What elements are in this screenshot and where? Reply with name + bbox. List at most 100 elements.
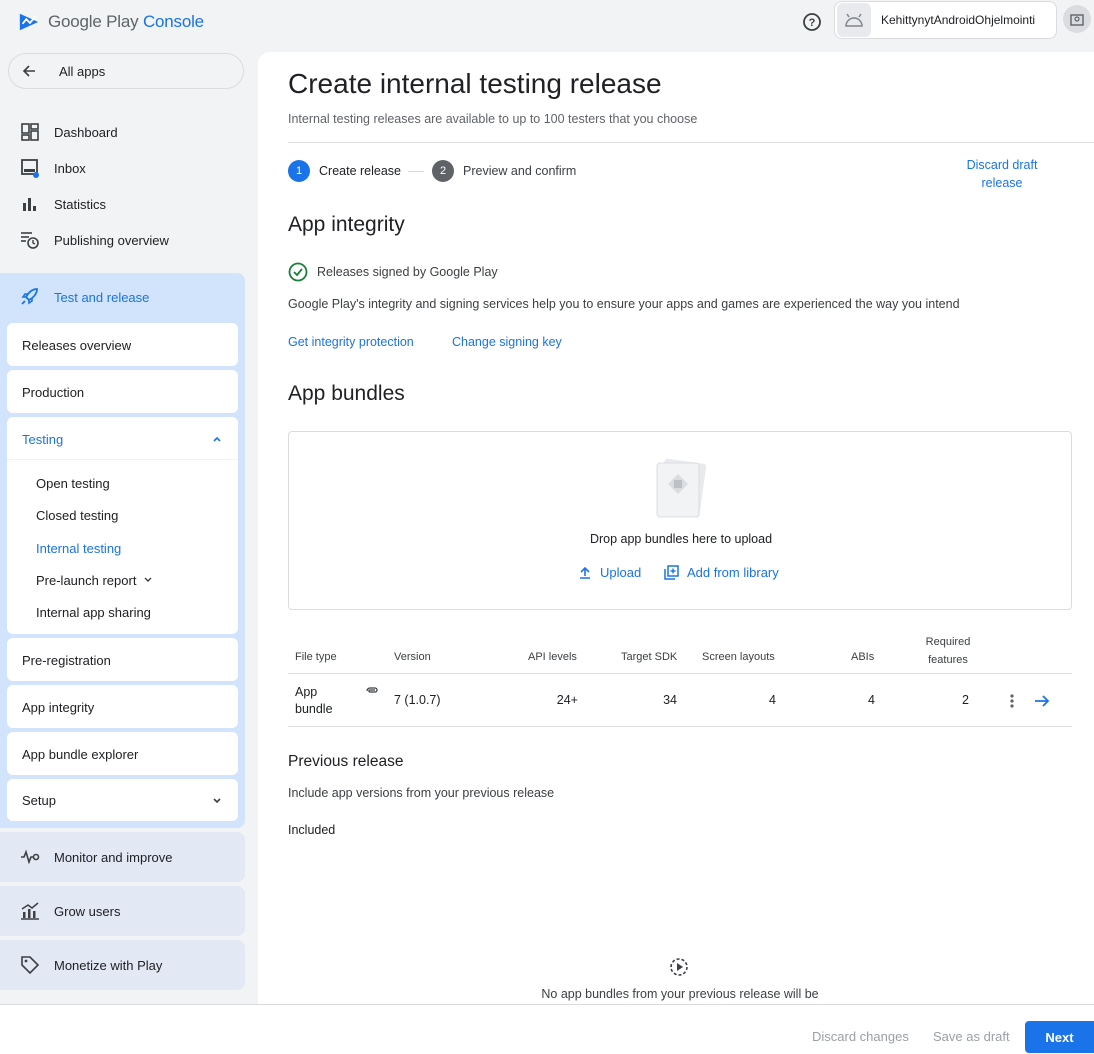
sidebar-item-closed-testing[interactable]: Closed testing <box>36 508 118 523</box>
sidebar-item-label: Testing <box>22 432 64 447</box>
all-apps-label: All apps <box>59 63 106 79</box>
sidebar-item-open-testing[interactable]: Open testing <box>36 476 110 491</box>
cell-required-features: 2 <box>962 693 969 707</box>
sidebar-testing-section: Testing Open testing Closed testing Inte… <box>7 417 238 634</box>
sidebar-item-label: App bundle explorer <box>22 747 139 762</box>
more-vert-icon[interactable] <box>1008 692 1016 713</box>
sidebar-item-testing[interactable]: Testing <box>7 417 238 460</box>
sidebar-item-statistics[interactable]: Statistics <box>0 186 245 222</box>
column-header-file-type: File type <box>295 651 337 663</box>
test-and-release-group: Test and release Releases overview Produ… <box>0 273 245 828</box>
bundle-upload-illustration <box>656 458 707 518</box>
sidebar-item-pre-launch-report[interactable]: Pre-launch report <box>36 573 153 588</box>
next-button[interactable]: Next <box>1025 1021 1094 1053</box>
column-header-target-sdk: Target SDK <box>621 651 678 663</box>
add-from-library-button[interactable]: Add from library <box>664 565 779 580</box>
step-number: 2 <box>432 160 454 182</box>
arrow-forward-icon[interactable] <box>1034 694 1050 711</box>
app-bundle-dropzone[interactable]: Drop app bundles here to upload Upload A… <box>288 431 1072 610</box>
sidebar-item-app-bundle-explorer[interactable]: App bundle explorer <box>7 732 238 775</box>
sidebar: All apps Dashboard Inbox Statistics Publ… <box>0 48 258 1008</box>
dashboard-icon <box>20 122 40 142</box>
sidebar-item-test-and-release[interactable]: Test and release <box>0 273 245 321</box>
all-apps-button[interactable]: All apps <box>8 53 244 89</box>
save-as-draft-button[interactable]: Save as draft <box>933 1029 1010 1044</box>
sidebar-item-releases-overview[interactable]: Releases overview <box>7 323 238 366</box>
included-label: Included <box>288 823 336 837</box>
get-integrity-protection-link[interactable]: Get integrity protection <box>288 335 414 349</box>
chevron-down-icon <box>212 794 222 809</box>
table-row-divider <box>288 726 1072 727</box>
help-icon[interactable]: ? <box>801 11 823 33</box>
app-integrity-heading: App integrity <box>288 213 405 236</box>
page-title: Create internal testing release <box>288 68 662 99</box>
discard-changes-button[interactable]: Discard changes <box>812 1029 909 1044</box>
upload-icon <box>580 566 590 579</box>
change-signing-key-link[interactable]: Change signing key <box>452 335 562 349</box>
google-play-console-logo[interactable]: Google Play Console <box>18 11 204 33</box>
sidebar-item-inbox[interactable]: Inbox <box>0 150 245 186</box>
sidebar-item-publishing-overview[interactable]: Publishing overview <box>0 222 245 258</box>
chevron-down-icon <box>144 577 152 582</box>
account-switcher[interactable]: KehittynytAndroidOhjelmointi <box>834 1 1057 39</box>
step-preview-and-confirm: 2 Preview and confirm <box>432 160 576 182</box>
cell-target-sdk: 34 <box>663 693 677 707</box>
app-bundles-heading: App bundles <box>288 382 405 405</box>
tag-icon <box>20 955 40 975</box>
sidebar-item-label: Grow users <box>54 903 121 919</box>
sidebar-item-app-integrity[interactable]: App integrity <box>7 685 238 728</box>
upload-label: Upload <box>600 565 642 580</box>
add-from-library-label: Add from library <box>687 565 779 580</box>
sidebar-item-setup[interactable]: Setup <box>7 779 238 821</box>
discard-draft-release-button[interactable]: Discard draft release <box>948 156 1056 192</box>
sidebar-item-internal-testing[interactable]: Internal testing <box>36 541 121 556</box>
page-subtitle: Internal testing releases are available … <box>288 112 698 126</box>
logo-console-text: Console <box>142 12 204 31</box>
integrity-description: Google Play's integrity and signing serv… <box>288 297 960 311</box>
step-number: 1 <box>288 160 310 182</box>
account-name: KehittynytAndroidOhjelmointi <box>881 13 1036 27</box>
cell-api-levels: 24+ <box>556 693 578 707</box>
previous-release-description: Include app versions from your previous … <box>288 786 555 800</box>
cell-abis: 4 <box>868 693 875 707</box>
sidebar-item-internal-app-sharing[interactable]: Internal app sharing <box>36 605 151 620</box>
sidebar-item-pre-registration[interactable]: Pre-registration <box>7 638 238 681</box>
sidebar-item-label: Production <box>22 385 85 400</box>
sidebar-item-label: Dashboard <box>54 124 118 140</box>
library-add-icon <box>664 565 679 580</box>
sidebar-item-dashboard[interactable]: Dashboard <box>0 114 245 150</box>
sidebar-item-monitor-and-improve[interactable]: Monitor and improve <box>0 832 245 882</box>
logo-google-play-text: Google Play <box>48 12 139 31</box>
cell-version: 7 (1.0.7) <box>394 693 441 707</box>
column-header-abis: ABIs <box>851 651 875 663</box>
android-icon <box>837 3 871 37</box>
arrow-back-icon <box>21 63 37 79</box>
play-logo-icon <box>19 13 39 31</box>
sidebar-item-monetize-with-play[interactable]: Monetize with Play <box>0 940 245 990</box>
check-circle-icon <box>288 262 308 282</box>
bar-chart-icon <box>20 194 40 214</box>
main-content: Create internal testing release Internal… <box>258 52 1094 1004</box>
profile-icon[interactable] <box>1063 5 1091 33</box>
sidebar-item-label: Pre-registration <box>22 653 111 668</box>
column-header-version: Version <box>394 651 431 663</box>
cell-screen-layouts: 4 <box>769 693 776 707</box>
inbox-icon <box>20 158 40 178</box>
sidebar-item-label: Publishing overview <box>54 232 169 248</box>
previous-release-heading: Previous release <box>288 753 404 770</box>
upload-button[interactable]: Upload <box>578 565 641 580</box>
play-circle-icon <box>669 957 689 980</box>
sidebar-item-grow-users[interactable]: Grow users <box>0 886 245 936</box>
svg-text:?: ? <box>809 17 816 29</box>
sidebar-item-label: Statistics <box>54 196 107 212</box>
signed-status-text: Releases signed by Google Play <box>317 265 498 279</box>
sidebar-item-label: Inbox <box>54 160 86 176</box>
sidebar-item-label: Setup <box>22 793 56 808</box>
sidebar-item-label: Pre-launch report <box>36 573 137 588</box>
sidebar-item-label: Monetize with Play <box>54 957 163 973</box>
sidebar-item-production[interactable]: Production <box>7 370 238 413</box>
divider <box>288 142 1094 143</box>
signed-status: Releases signed by Google Play <box>288 262 498 282</box>
sidebar-item-label: Monitor and improve <box>54 849 173 865</box>
rocket-icon <box>20 286 40 309</box>
